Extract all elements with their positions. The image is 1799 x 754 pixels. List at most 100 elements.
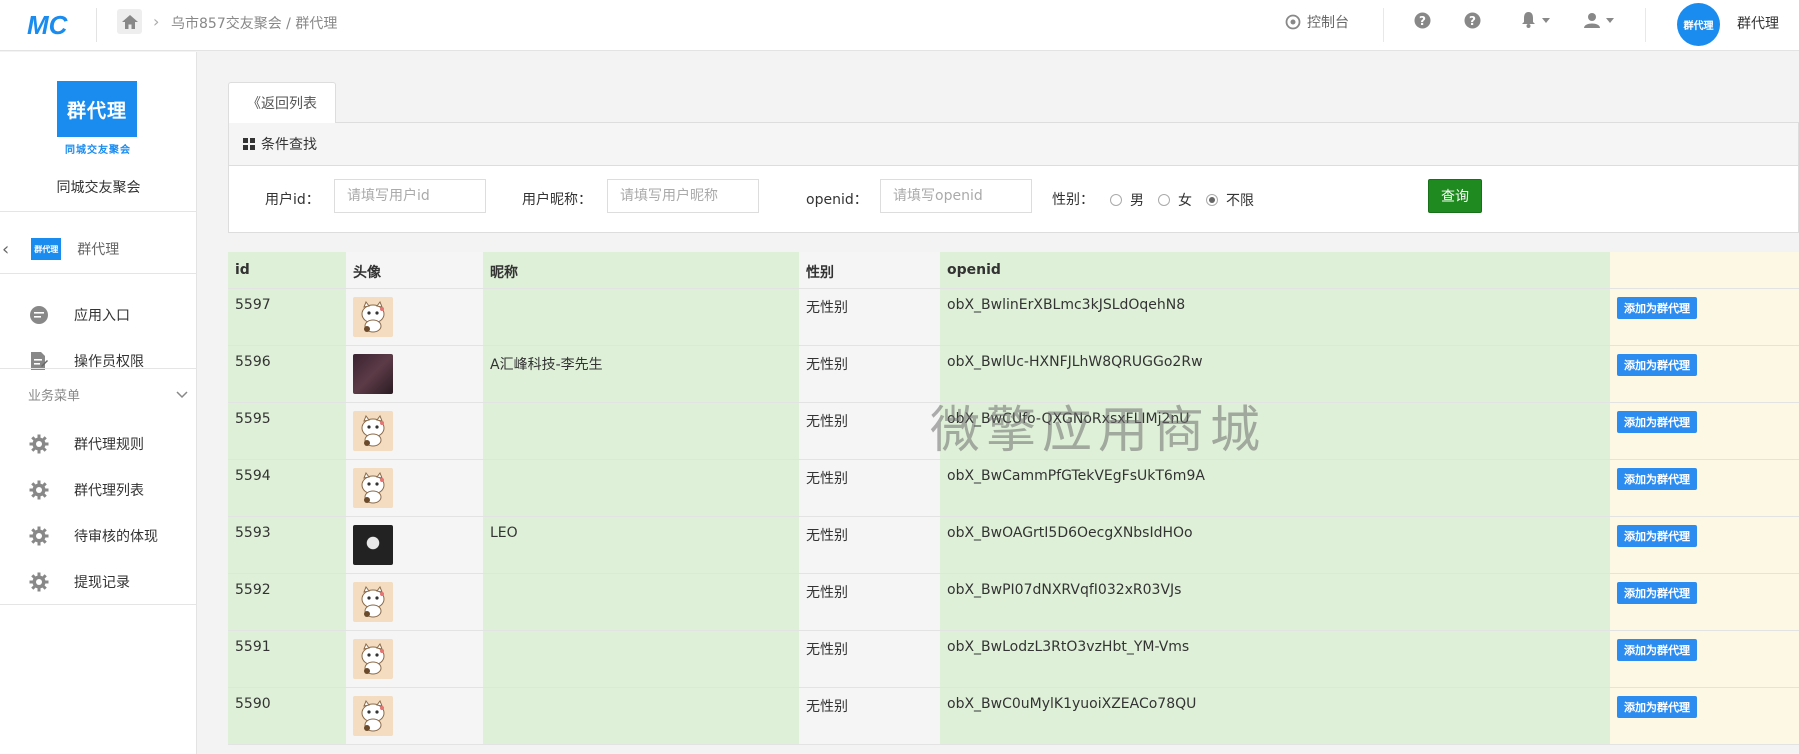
cell-openid: obX_BwCUfo-QXGNoRxsxFLIMj2nU	[940, 403, 1610, 459]
sidebar-item-app-entry[interactable]: 应用入口	[0, 295, 197, 335]
breadcrumb-item[interactable]: 乌市857交友聚会	[171, 16, 282, 32]
table-row: 5592 无性别 obX_BwPI07dNXRVqfI032xR03VJs 添加为群代…	[228, 574, 1799, 631]
question-icon: ?	[1464, 12, 1481, 29]
radio-label: 女	[1178, 193, 1192, 209]
breadcrumb: 乌市857交友聚会群代理	[171, 13, 337, 33]
cell-openid: obX_BwLodzL3RtO3vzHbt_YM-Vms	[940, 631, 1610, 687]
user-id-input[interactable]	[334, 179, 486, 213]
home-button[interactable]	[117, 9, 142, 34]
cell-id: 5591	[228, 631, 346, 687]
user-dropdown[interactable]	[1584, 12, 1614, 28]
radio-circle-selected[interactable]	[1206, 194, 1218, 206]
table-row: 5596 A汇峰科技-李先生 无性别 obX_BwlUc-HXNFJLhW8QRUGG…	[228, 346, 1799, 403]
add-as-agent-button[interactable]: 添加为群代理	[1617, 468, 1697, 490]
back-to-list-tab[interactable]: 《返回列表	[228, 82, 336, 124]
current-module[interactable]: ‹ 群代理 群代理	[0, 224, 197, 274]
table-row: 5594 无性别 obX_BwCammPfGTekVEgFsUkT6m9A 添加为群代…	[228, 460, 1799, 517]
avatar[interactable]: 群代理	[1677, 3, 1720, 46]
cell-action: 添加为群代理	[1610, 517, 1799, 573]
add-as-agent-button[interactable]: 添加为群代理	[1617, 297, 1697, 319]
table-row: 5590 无性别 obX_BwC0uMylK1yuoiXZEACo78QU 添加为群代…	[228, 688, 1799, 745]
cell-gender: 无性别	[799, 460, 940, 516]
cell-action: 添加为群代理	[1610, 574, 1799, 630]
cell-nickname	[483, 688, 799, 744]
sidebar-item-label: 提现记录	[74, 575, 130, 591]
add-as-agent-button[interactable]: 添加为群代理	[1617, 582, 1697, 604]
cell-openid: obX_BwlinErXBLmc3kJSLdOqehN8	[940, 289, 1610, 345]
divider	[96, 8, 97, 42]
tab-bar: 《返回列表	[228, 82, 1799, 124]
group-label: 业务菜单	[28, 389, 81, 404]
table-row: 5591 无性别 obX_BwLodzL3RtO3vzHbt_YM-Vms 添加为群代…	[228, 631, 1799, 688]
cell-gender: 无性别	[799, 574, 940, 630]
sidebar-item-label: 群代理列表	[74, 483, 144, 499]
cell-nickname	[483, 631, 799, 687]
cell-id: 5595	[228, 403, 346, 459]
cell-nickname: LEO	[483, 517, 799, 573]
radio-circle[interactable]	[1110, 194, 1122, 206]
radio-label: 男	[1130, 193, 1144, 209]
user-avatar	[353, 468, 393, 508]
query-button[interactable]: 查询	[1428, 179, 1482, 213]
cell-id: 5592	[228, 574, 346, 630]
add-as-agent-button[interactable]: 添加为群代理	[1617, 354, 1697, 376]
chat-bubble-icon	[28, 305, 50, 325]
app-logo-subtitle: 同城交友聚会	[65, 145, 131, 156]
cell-avatar	[346, 517, 483, 573]
cell-id: 5596	[228, 346, 346, 402]
brand-logo[interactable]: MC	[27, 10, 77, 40]
caret-down-icon	[1606, 17, 1614, 23]
cell-action: 添加为群代理	[1610, 631, 1799, 687]
table-row: 5595 无性别 obX_BwCUfo-QXGNoRxsxFLIMj2nU 添加为群代…	[228, 403, 1799, 460]
sidebar-item-agent-rules[interactable]: 群代理规则	[0, 424, 197, 464]
cell-avatar	[346, 289, 483, 345]
sidebar-item-pending-withdrawals[interactable]: 待审核的体现	[0, 516, 197, 556]
add-as-agent-button[interactable]: 添加为群代理	[1617, 525, 1697, 547]
user-avatar	[353, 525, 393, 565]
divider	[1645, 8, 1646, 42]
cell-action: 添加为群代理	[1610, 289, 1799, 345]
business-menu-toggle[interactable]: 业务菜单	[28, 385, 188, 404]
divider	[0, 211, 197, 212]
app-logo-text: 群代理	[57, 81, 137, 137]
radio-label: 不限	[1226, 193, 1254, 209]
help-button[interactable]: ?	[1414, 12, 1431, 29]
filter-panel: 条件查找 用户id： 用户昵称： openid： 性别： 男 女 不限 查询	[228, 123, 1799, 233]
sidebar-item-label: 群代理规则	[74, 437, 144, 453]
cell-action: 添加为群代理	[1610, 346, 1799, 402]
notification-dropdown[interactable]	[1521, 12, 1550, 28]
add-as-agent-button[interactable]: 添加为群代理	[1617, 696, 1697, 718]
svg-text:?: ?	[1469, 14, 1476, 28]
sidebar-item-operator-permissions[interactable]: 操作员权限	[0, 341, 197, 381]
cell-action: 添加为群代理	[1610, 403, 1799, 459]
cell-id: 5590	[228, 688, 346, 744]
chevron-left-icon[interactable]: ‹	[2, 239, 9, 260]
cell-nickname	[483, 460, 799, 516]
gender-radio-female[interactable]: 女	[1158, 190, 1192, 210]
cell-action: 添加为群代理	[1610, 688, 1799, 744]
help-button[interactable]: ?	[1464, 12, 1481, 29]
chevron-right-icon: ›	[153, 12, 160, 31]
gender-radio-male[interactable]: 男	[1110, 190, 1144, 210]
top-bar: MC › 乌市857交友聚会群代理 控制台 ? ? 群代理 群代理	[0, 0, 1799, 51]
add-as-agent-button[interactable]: 添加为群代理	[1617, 639, 1697, 661]
console-link[interactable]: 控制台	[1285, 12, 1349, 32]
cell-avatar	[346, 346, 483, 402]
cell-openid: obX_BwOAGrtI5D6OecgXNbsIdHOo	[940, 517, 1610, 573]
add-as-agent-button[interactable]: 添加为群代理	[1617, 411, 1697, 433]
cell-openid: obX_BwPI07dNXRVqfI032xR03VJs	[940, 574, 1610, 630]
cell-action: 添加为群代理	[1610, 460, 1799, 516]
bell-icon	[1522, 12, 1535, 28]
openid-input[interactable]	[880, 179, 1032, 213]
user-name[interactable]: 群代理	[1737, 13, 1779, 33]
gender-radio-any[interactable]: 不限	[1206, 190, 1254, 210]
divider	[0, 368, 197, 369]
sidebar-item-agent-list[interactable]: 群代理列表	[0, 470, 197, 510]
sidebar-item-withdraw-records[interactable]: 提现记录	[0, 562, 197, 602]
nickname-input[interactable]	[607, 179, 759, 213]
cell-id: 5594	[228, 460, 346, 516]
breadcrumb-item[interactable]: 群代理	[282, 16, 338, 32]
app-name: 同城交友聚会	[56, 180, 141, 196]
cell-id: 5597	[228, 289, 346, 345]
radio-circle[interactable]	[1158, 194, 1170, 206]
